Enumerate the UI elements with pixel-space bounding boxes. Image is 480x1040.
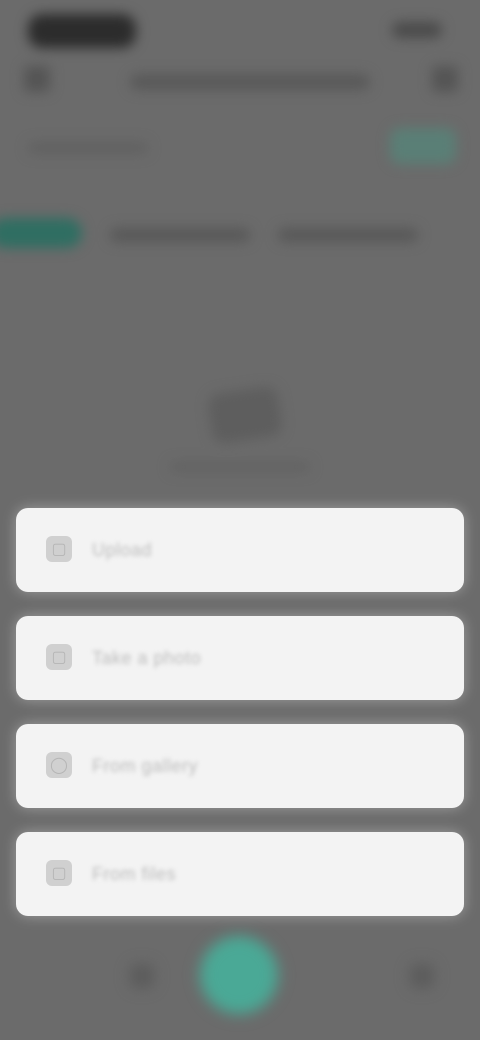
action-chip[interactable] (390, 128, 456, 164)
status-bar (0, 0, 480, 60)
empty-state-illustration (190, 360, 300, 450)
page-title (130, 74, 370, 90)
subheader (0, 118, 480, 178)
app-header (0, 56, 480, 108)
bottom-nav (0, 930, 480, 1040)
tab-1[interactable] (0, 218, 82, 248)
page-root: ▢ Upload ▢ Take a photo ◯ From gallery ▢… (0, 0, 480, 1040)
document-icon: ▢ (46, 536, 72, 562)
camera-icon: ▢ (46, 644, 72, 670)
back-arrow-icon[interactable] (24, 66, 50, 92)
add-button[interactable] (200, 936, 278, 1014)
empty-state-text (170, 462, 310, 472)
subheader-text (28, 142, 148, 154)
tab-2[interactable] (110, 228, 250, 242)
option-label: Take a photo (92, 648, 202, 668)
image-icon: ◯ (46, 752, 72, 778)
option-label: From files (92, 864, 177, 884)
option-files[interactable]: ▢ From files (16, 832, 464, 916)
nav-home-icon[interactable] (130, 964, 154, 988)
option-label: From gallery (92, 756, 199, 776)
option-upload[interactable]: ▢ Upload (16, 508, 464, 592)
options-sheet: ▢ Upload ▢ Take a photo ◯ From gallery ▢… (16, 508, 464, 940)
illustration-icon (206, 385, 284, 445)
tab-bar (0, 200, 480, 270)
nav-profile-icon[interactable] (410, 964, 434, 988)
folder-icon: ▢ (46, 860, 72, 886)
option-gallery[interactable]: ◯ From gallery (16, 724, 464, 808)
signal-icon (392, 22, 442, 38)
close-icon[interactable] (432, 66, 458, 92)
tab-3[interactable] (278, 228, 418, 242)
option-label: Upload (92, 540, 153, 560)
option-take-photo[interactable]: ▢ Take a photo (16, 616, 464, 700)
battery-icon (28, 14, 136, 48)
